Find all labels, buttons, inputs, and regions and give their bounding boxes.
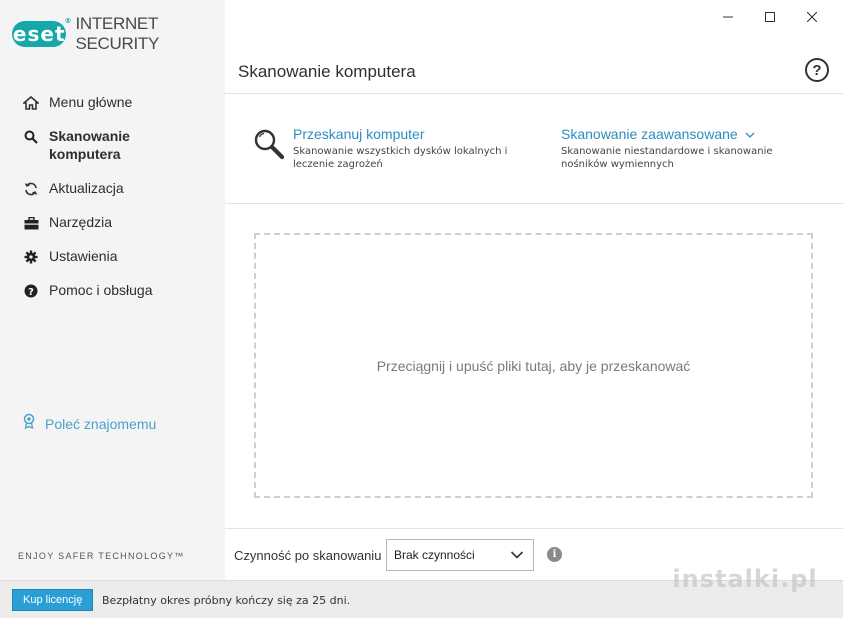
computer-scan-desc: Skanowanie wszystkich dysków lokalnych i… (293, 145, 507, 171)
main-header: Skanowanie komputera ? (225, 52, 843, 94)
after-scan-selected-value: Brak czynności (394, 548, 475, 562)
sidebar-item-tools[interactable]: Narzędzia (0, 208, 225, 242)
sidebar-item-settings[interactable]: Ustawienia (0, 242, 225, 276)
buy-license-button[interactable]: Kup licencję (12, 589, 94, 611)
chevron-down-icon (510, 551, 524, 559)
sidebar-item-help[interactable]: ? Pomoc i obsługa (0, 276, 225, 310)
window-controls (707, 6, 833, 28)
sidebar-item-scan[interactable]: Skanowanie komputera (0, 122, 225, 174)
question-circle-icon: ? (22, 282, 40, 300)
tagline: ENJOY SAFER TECHNOLOGY™ (18, 551, 185, 561)
after-scan-select[interactable]: Brak czynności (386, 539, 534, 571)
toolbox-icon (22, 214, 40, 232)
sidebar-item-label: Aktualizacja (49, 180, 124, 196)
help-icon: ? (812, 61, 822, 79)
chevron-down-icon (745, 132, 755, 138)
computer-scan-desc-line1: Skanowanie wszystkich dysków lokalnych i (293, 146, 508, 157)
product-name: INTERNET SECURITY (75, 14, 160, 53)
logo-badge-text: eset (12, 22, 66, 46)
trial-notice: Bezpłatny okres próbny kończy się za 25 … (102, 594, 351, 607)
info-icon-glyph: i (552, 549, 557, 560)
magnifier-icon (253, 128, 285, 165)
close-icon (807, 12, 817, 22)
advanced-scan-option[interactable]: Skanowanie zaawansowane Skanowanie niest… (561, 126, 773, 171)
page-title: Skanowanie komputera (238, 62, 416, 81)
advanced-scan-title: Skanowanie zaawansowane (561, 126, 738, 142)
minimize-button[interactable] (707, 6, 749, 28)
advanced-scan-desc: Skanowanie niestandardowe i skanowanie n… (561, 145, 773, 171)
logo-badge: eset ® (12, 17, 71, 47)
scan-options: Przeskanuj komputer Skanowanie wszystkic… (225, 94, 843, 204)
computer-scan-desc-line2: leczenie zagrożeń (293, 159, 383, 170)
info-icon[interactable]: i (547, 547, 562, 562)
home-icon (22, 94, 40, 112)
sidebar-item-home[interactable]: Menu główne (0, 88, 225, 122)
sidebar-item-label: Menu główne (49, 94, 133, 110)
watermark: instalki.pl (672, 565, 818, 593)
search-icon (22, 128, 40, 146)
minimize-icon (723, 16, 733, 18)
refer-friend-link[interactable]: Poleć znajomemu (22, 413, 156, 434)
sidebar-item-label: Skanowanie komputera (49, 128, 130, 162)
eset-logo: eset ® INTERNET SECURITY (12, 14, 225, 54)
maximize-button[interactable] (749, 6, 791, 28)
gear-icon (22, 248, 40, 266)
sidebar-nav: Menu główne Skanowanie komputera Aktuali… (0, 88, 225, 310)
advanced-scan-desc-line2: nośników wymiennych (561, 159, 674, 170)
sidebar-item-update[interactable]: Aktualizacja (0, 174, 225, 208)
sidebar-item-label: Narzędzia (49, 214, 113, 230)
sidebar-item-label: Ustawienia (49, 248, 118, 264)
sidebar: eset ® INTERNET SECURITY Menu główne Ska… (0, 0, 225, 580)
gift-icon (22, 413, 36, 434)
drop-zone-text: Przeciągnij i upuść pliki tutaj, aby je … (376, 357, 691, 374)
computer-scan-link[interactable]: Przeskanuj komputer (293, 126, 507, 142)
close-button[interactable] (791, 6, 833, 28)
refresh-icon (22, 180, 40, 198)
after-scan-label: Czynność po skanowaniu (234, 548, 382, 563)
help-button[interactable]: ? (805, 58, 829, 82)
file-drop-zone[interactable]: Przeciągnij i upuść pliki tutaj, aby je … (254, 233, 813, 498)
computer-scan-option[interactable]: Przeskanuj komputer Skanowanie wszystkic… (293, 126, 507, 171)
sidebar-item-label: Pomoc i obsługa (49, 282, 153, 298)
svg-text:?: ? (28, 287, 34, 298)
refer-friend-label: Poleć znajomemu (45, 415, 157, 432)
maximize-icon (765, 12, 775, 22)
advanced-scan-desc-line1: Skanowanie niestandardowe i skanowanie (561, 146, 773, 157)
logo-reg-mark: ® (64, 17, 73, 25)
advanced-scan-link[interactable]: Skanowanie zaawansowane (561, 126, 773, 142)
